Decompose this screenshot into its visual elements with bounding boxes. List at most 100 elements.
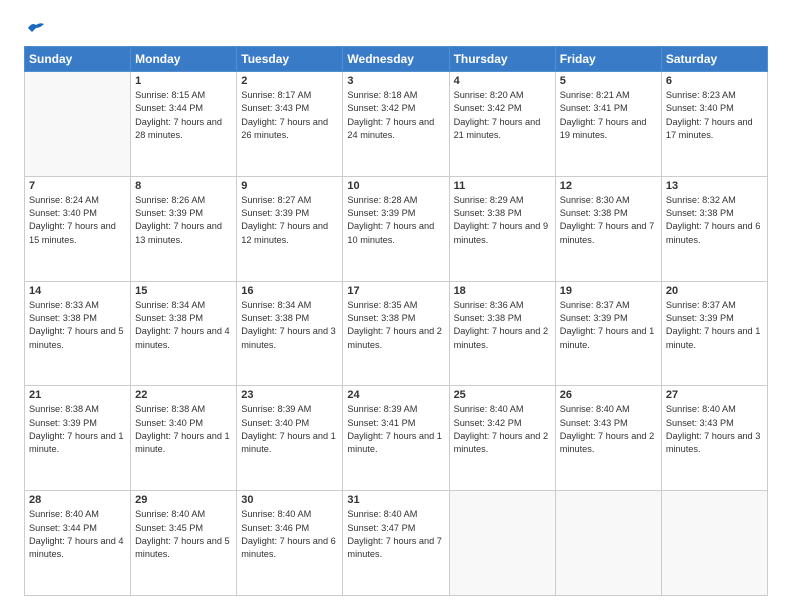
- day-info: Sunrise: 8:26 AMSunset: 3:39 PMDaylight:…: [135, 194, 232, 247]
- day-info: Sunrise: 8:37 AMSunset: 3:39 PMDaylight:…: [666, 299, 763, 352]
- calendar-cell: 15 Sunrise: 8:34 AMSunset: 3:38 PMDayligh…: [131, 281, 237, 386]
- calendar-cell: 14 Sunrise: 8:33 AMSunset: 3:38 PMDayligh…: [25, 281, 131, 386]
- column-header-tuesday: Tuesday: [237, 47, 343, 72]
- day-info: Sunrise: 8:40 AMSunset: 3:43 PMDaylight:…: [666, 403, 763, 456]
- day-info: Sunrise: 8:38 AMSunset: 3:39 PMDaylight:…: [29, 403, 126, 456]
- day-number: 18: [454, 285, 551, 297]
- day-number: 26: [560, 389, 657, 401]
- day-info: Sunrise: 8:40 AMSunset: 3:42 PMDaylight:…: [454, 403, 551, 456]
- day-number: 5: [560, 75, 657, 87]
- day-info: Sunrise: 8:33 AMSunset: 3:38 PMDaylight:…: [29, 299, 126, 352]
- day-info: Sunrise: 8:15 AMSunset: 3:44 PMDaylight:…: [135, 89, 232, 142]
- day-number: 12: [560, 180, 657, 192]
- column-header-thursday: Thursday: [449, 47, 555, 72]
- day-info: Sunrise: 8:24 AMSunset: 3:40 PMDaylight:…: [29, 194, 126, 247]
- day-info: Sunrise: 8:38 AMSunset: 3:40 PMDaylight:…: [135, 403, 232, 456]
- calendar-cell: 30 Sunrise: 8:40 AMSunset: 3:46 PMDayligh…: [237, 491, 343, 596]
- calendar-cell: 13 Sunrise: 8:32 AMSunset: 3:38 PMDayligh…: [661, 176, 767, 281]
- day-number: 21: [29, 389, 126, 401]
- day-info: Sunrise: 8:17 AMSunset: 3:43 PMDaylight:…: [241, 89, 338, 142]
- day-info: Sunrise: 8:23 AMSunset: 3:40 PMDaylight:…: [666, 89, 763, 142]
- column-header-wednesday: Wednesday: [343, 47, 449, 72]
- day-info: Sunrise: 8:32 AMSunset: 3:38 PMDaylight:…: [666, 194, 763, 247]
- day-info: Sunrise: 8:30 AMSunset: 3:38 PMDaylight:…: [560, 194, 657, 247]
- calendar-cell: 25 Sunrise: 8:40 AMSunset: 3:42 PMDayligh…: [449, 386, 555, 491]
- calendar-cell: 4Sunrise: 8:20 AMSunset: 3:42 PMDaylight…: [449, 72, 555, 177]
- calendar-cell: [661, 491, 767, 596]
- week-row-2: 7 Sunrise: 8:24 AMSunset: 3:40 PMDaylight…: [25, 176, 768, 281]
- day-info: Sunrise: 8:18 AMSunset: 3:42 PMDaylight:…: [347, 89, 444, 142]
- calendar-cell: 5Sunrise: 8:21 AMSunset: 3:41 PMDaylight…: [555, 72, 661, 177]
- day-number: 14: [29, 285, 126, 297]
- calendar-cell: 10 Sunrise: 8:28 AMSunset: 3:39 PMDayligh…: [343, 176, 449, 281]
- day-number: 15: [135, 285, 232, 297]
- day-info: Sunrise: 8:36 AMSunset: 3:38 PMDaylight:…: [454, 299, 551, 352]
- day-number: 7: [29, 180, 126, 192]
- column-header-saturday: Saturday: [661, 47, 767, 72]
- day-number: 13: [666, 180, 763, 192]
- calendar-cell: 3Sunrise: 8:18 AMSunset: 3:42 PMDaylight…: [343, 72, 449, 177]
- week-row-5: 28 Sunrise: 8:40 AMSunset: 3:44 PMDayligh…: [25, 491, 768, 596]
- calendar-header-row: SundayMondayTuesdayWednesdayThursdayFrid…: [25, 47, 768, 72]
- day-info: Sunrise: 8:28 AMSunset: 3:39 PMDaylight:…: [347, 194, 444, 247]
- day-number: 28: [29, 494, 126, 506]
- day-info: Sunrise: 8:37 AMSunset: 3:39 PMDaylight:…: [560, 299, 657, 352]
- day-info: Sunrise: 8:35 AMSunset: 3:38 PMDaylight:…: [347, 299, 444, 352]
- day-info: Sunrise: 8:40 AMSunset: 3:44 PMDaylight:…: [29, 508, 126, 561]
- calendar-cell: 11 Sunrise: 8:29 AMSunset: 3:38 PMDayligh…: [449, 176, 555, 281]
- day-info: Sunrise: 8:40 AMSunset: 3:46 PMDaylight:…: [241, 508, 338, 561]
- calendar-cell: 22 Sunrise: 8:38 AMSunset: 3:40 PMDayligh…: [131, 386, 237, 491]
- column-header-monday: Monday: [131, 47, 237, 72]
- page: SundayMondayTuesdayWednesdayThursdayFrid…: [0, 0, 792, 612]
- day-number: 23: [241, 389, 338, 401]
- header: [24, 20, 768, 36]
- day-number: 1: [135, 75, 232, 87]
- day-info: Sunrise: 8:20 AMSunset: 3:42 PMDaylight:…: [454, 89, 551, 142]
- week-row-3: 14 Sunrise: 8:33 AMSunset: 3:38 PMDayligh…: [25, 281, 768, 386]
- day-number: 8: [135, 180, 232, 192]
- column-header-sunday: Sunday: [25, 47, 131, 72]
- day-info: Sunrise: 8:27 AMSunset: 3:39 PMDaylight:…: [241, 194, 338, 247]
- week-row-4: 21 Sunrise: 8:38 AMSunset: 3:39 PMDayligh…: [25, 386, 768, 491]
- calendar-cell: 9 Sunrise: 8:27 AMSunset: 3:39 PMDaylight…: [237, 176, 343, 281]
- day-number: 25: [454, 389, 551, 401]
- day-number: 17: [347, 285, 444, 297]
- day-number: 24: [347, 389, 444, 401]
- calendar-cell: 24 Sunrise: 8:39 AMSunset: 3:41 PMDayligh…: [343, 386, 449, 491]
- day-number: 9: [241, 180, 338, 192]
- day-number: 19: [560, 285, 657, 297]
- day-info: Sunrise: 8:40 AMSunset: 3:47 PMDaylight:…: [347, 508, 444, 561]
- calendar-cell: 29 Sunrise: 8:40 AMSunset: 3:45 PMDayligh…: [131, 491, 237, 596]
- day-number: 20: [666, 285, 763, 297]
- calendar-cell: 18 Sunrise: 8:36 AMSunset: 3:38 PMDayligh…: [449, 281, 555, 386]
- calendar-cell: 7 Sunrise: 8:24 AMSunset: 3:40 PMDaylight…: [25, 176, 131, 281]
- calendar-cell: 27Sunrise: 8:40 AMSunset: 3:43 PMDayligh…: [661, 386, 767, 491]
- calendar-cell: 31Sunrise: 8:40 AMSunset: 3:47 PMDayligh…: [343, 491, 449, 596]
- day-number: 30: [241, 494, 338, 506]
- calendar: SundayMondayTuesdayWednesdayThursdayFrid…: [24, 46, 768, 596]
- day-number: 29: [135, 494, 232, 506]
- day-info: Sunrise: 8:29 AMSunset: 3:38 PMDaylight:…: [454, 194, 551, 247]
- day-info: Sunrise: 8:39 AMSunset: 3:41 PMDaylight:…: [347, 403, 444, 456]
- day-number: 16: [241, 285, 338, 297]
- calendar-cell: 8 Sunrise: 8:26 AMSunset: 3:39 PMDaylight…: [131, 176, 237, 281]
- calendar-cell: [25, 72, 131, 177]
- calendar-cell: 6 Sunrise: 8:23 AMSunset: 3:40 PMDaylight…: [661, 72, 767, 177]
- day-number: 6: [666, 75, 763, 87]
- day-info: Sunrise: 8:40 AMSunset: 3:45 PMDaylight:…: [135, 508, 232, 561]
- calendar-cell: [555, 491, 661, 596]
- day-info: Sunrise: 8:40 AMSunset: 3:43 PMDaylight:…: [560, 403, 657, 456]
- calendar-cell: 2Sunrise: 8:17 AMSunset: 3:43 PMDaylight…: [237, 72, 343, 177]
- calendar-cell: 23 Sunrise: 8:39 AMSunset: 3:40 PMDayligh…: [237, 386, 343, 491]
- day-info: Sunrise: 8:34 AMSunset: 3:38 PMDaylight:…: [135, 299, 232, 352]
- calendar-cell: 26 Sunrise: 8:40 AMSunset: 3:43 PMDayligh…: [555, 386, 661, 491]
- calendar-cell: 21 Sunrise: 8:38 AMSunset: 3:39 PMDayligh…: [25, 386, 131, 491]
- day-info: Sunrise: 8:39 AMSunset: 3:40 PMDaylight:…: [241, 403, 338, 456]
- day-number: 10: [347, 180, 444, 192]
- day-number: 22: [135, 389, 232, 401]
- calendar-cell: 19 Sunrise: 8:37 AMSunset: 3:39 PMDayligh…: [555, 281, 661, 386]
- calendar-cell: 20 Sunrise: 8:37 AMSunset: 3:39 PMDayligh…: [661, 281, 767, 386]
- day-number: 11: [454, 180, 551, 192]
- calendar-cell: 17 Sunrise: 8:35 AMSunset: 3:38 PMDayligh…: [343, 281, 449, 386]
- calendar-cell: 16Sunrise: 8:34 AMSunset: 3:38 PMDayligh…: [237, 281, 343, 386]
